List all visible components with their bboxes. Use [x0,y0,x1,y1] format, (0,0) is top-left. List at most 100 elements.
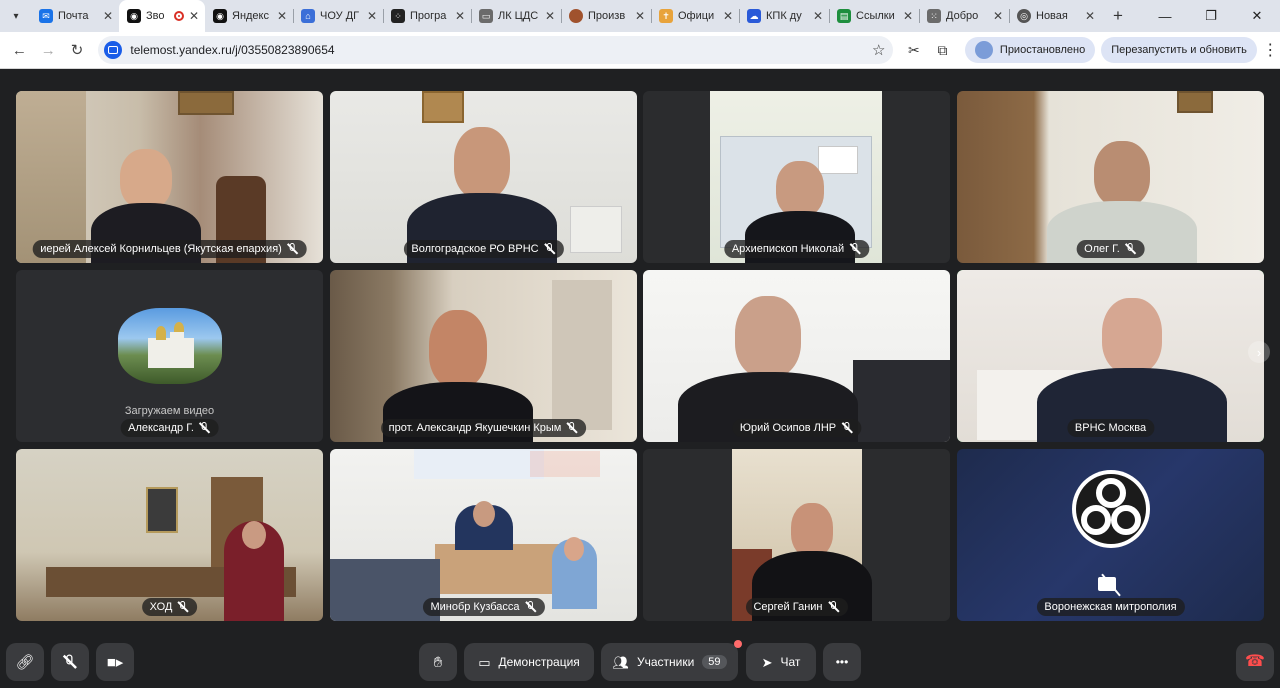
new-tab-button[interactable]: + [1105,6,1131,26]
close-icon[interactable]: ✕ [903,9,913,23]
participant-name: ВРНС Москва [1074,422,1147,434]
profile-paused-button[interactable]: Приостановлено [964,37,1096,63]
tab-title: Новая [1036,10,1068,22]
people-icon: 👥︎ [612,654,629,670]
reload-icon[interactable]: ↻ [64,36,91,64]
dots-favicon-icon: ⁙ [927,9,941,23]
close-icon[interactable]: ✕ [189,9,199,23]
participant-tile[interactable]: Волгоградское РО ВРНС [330,91,637,263]
url-text[interactable]: telemost.yandex.ru/j/03550823890654 [130,43,872,57]
close-icon[interactable]: ✕ [1085,9,1095,23]
mic-off-icon [544,243,556,255]
tab-programs[interactable]: ⁘ Програ ✕ [383,0,471,32]
tab-chou[interactable]: ⌂ ЧОУ ДГ ✕ [293,0,383,32]
participant-name-label: иерей Алексей Корнильцев (Якутская епарх… [32,240,307,258]
tab-links[interactable]: ▤ Ссылки ✕ [829,0,919,32]
mic-off-icon [199,422,211,434]
participant-video [330,270,637,442]
tab-ofic[interactable]: ✝ Офици ✕ [651,0,739,32]
browser-menu-icon[interactable]: ⋮ [1261,40,1280,60]
screen-share-button[interactable]: ▭ Демонстрация [464,643,594,681]
tab-kpk[interactable]: ☁ КПК ду ✕ [739,0,829,32]
site-info-icon[interactable] [104,41,123,59]
participant-tile[interactable]: иерей Алексей Корнильцев (Якутская епарх… [16,91,323,263]
tab-proizv[interactable]: Произв ✕ [561,0,651,32]
bookmark-star-icon[interactable]: ☆ [872,41,885,59]
participant-video [16,91,323,263]
participant-tile[interactable]: прот. Александр Якушечкин Крым [330,270,637,442]
close-window-button[interactable]: ✕ [1234,0,1280,32]
mic-off-icon [849,243,861,255]
participant-name: Воронежская митрополия [1044,601,1177,613]
participant-video [330,91,637,263]
close-icon[interactable]: ✕ [277,9,287,23]
microphone-toggle-button[interactable] [51,643,89,681]
telemost-favicon-icon: ◉ [127,9,141,23]
chat-button[interactable]: ➤ Чат [746,643,816,681]
close-icon[interactable]: ✕ [723,9,733,23]
video-camera-icon: ■▸ [106,653,124,671]
participant-tile[interactable]: Юрий Осипов ЛНР [643,270,950,442]
close-icon[interactable]: ✕ [455,9,465,23]
omnibox[interactable]: telemost.yandex.ru/j/03550823890654 ☆ [98,36,894,64]
participant-tile[interactable]: Загружаем видео Александр Г. [16,270,323,442]
paused-label: Приостановлено [999,44,1086,56]
avatar [974,41,993,59]
participant-tile[interactable]: Сергей Ганин [643,449,950,621]
end-call-button[interactable]: ☎︎ [1236,643,1274,681]
maximize-button[interactable]: ❐ [1188,0,1234,32]
relaunch-update-button[interactable]: Перезапустить и обновить [1101,37,1257,63]
forward-arrow-icon[interactable]: → [35,36,62,64]
close-icon[interactable]: ✕ [545,9,555,23]
close-icon[interactable]: ✕ [103,9,113,23]
participants-count-badge: 59 [702,655,727,669]
participant-tile-camera-off[interactable]: Воронежская митрополия [957,449,1264,621]
close-icon[interactable]: ✕ [367,9,377,23]
extension-tools-icon[interactable]: ✂ [899,42,928,59]
more-options-button[interactable]: ••• [823,643,861,681]
tab-pochta[interactable]: ✉ Почта ✕ [31,0,119,32]
participant-tile[interactable]: Минобр Кузбасса [330,449,637,621]
next-page-chevron-icon[interactable]: › [1248,341,1270,363]
tab-title: ЛК ЦДС [498,10,539,22]
close-icon[interactable]: ✕ [993,9,1003,23]
participant-video [710,91,882,263]
camera-toggle-button[interactable]: ■▸ [96,643,134,681]
participant-name-label: Архиепископ Николай [723,240,870,258]
participant-name-label: Минобр Кузбасса [422,598,545,616]
participant-tile[interactable]: Архиепископ Николай [643,91,950,263]
camera-off-icon [1097,574,1124,594]
tab-strip: ▾ ✉ Почта ✕ ◉ Зво ✕ ◉ Яндекс ✕ ⌂ ЧОУ ДГ … [0,0,1280,32]
tab-title: ЧОУ ДГ [320,10,360,22]
mic-off-icon [841,422,853,434]
participant-name-label: Сергей Ганин [745,598,848,616]
participant-tile[interactable]: ХОД [16,449,323,621]
send-icon: ➤ [761,654,773,670]
tab-search-chevron-icon[interactable]: ▾ [7,7,25,25]
participant-tile-speaking[interactable]: ВРНС Москва [957,270,1264,442]
tab-new[interactable]: ◎ Новая ✕ [1009,0,1101,32]
tab-yandex[interactable]: ◉ Яндекс ✕ [205,0,293,32]
screen-share-icon: ▭ [478,654,491,670]
participant-name: Юрий Осипов ЛНР [739,422,837,434]
extensions-puzzle-icon[interactable]: ⧉ [928,42,957,59]
back-arrow-icon[interactable]: ← [6,36,33,64]
tab-title: Офици [678,10,715,22]
participant-tile[interactable]: Олег Г. [957,91,1264,263]
tab-lk-cds[interactable]: ▭ ЛК ЦДС ✕ [471,0,561,32]
minimize-button[interactable]: — [1142,0,1188,32]
mic-off-icon [1125,243,1137,255]
participant-video [957,91,1264,263]
close-icon[interactable]: ✕ [635,9,645,23]
tab-dobro[interactable]: ⁙ Добро ✕ [919,0,1009,32]
tab-title: Яндекс [232,10,269,22]
participants-button[interactable]: 👥︎ Участники 59 [601,640,742,681]
participants-label: Участники [636,655,695,669]
close-icon[interactable]: ✕ [813,9,823,23]
tab-telemost-active[interactable]: ◉ Зво ✕ [119,0,205,32]
participant-name: прот. Александр Якушечкин Крым [388,422,562,434]
raise-hand-button[interactable]: ✋︎ [419,643,457,681]
copy-link-button[interactable]: 🔗︎ [6,643,44,681]
mic-off-icon [566,422,578,434]
mail-favicon-icon: ✉ [39,9,53,23]
